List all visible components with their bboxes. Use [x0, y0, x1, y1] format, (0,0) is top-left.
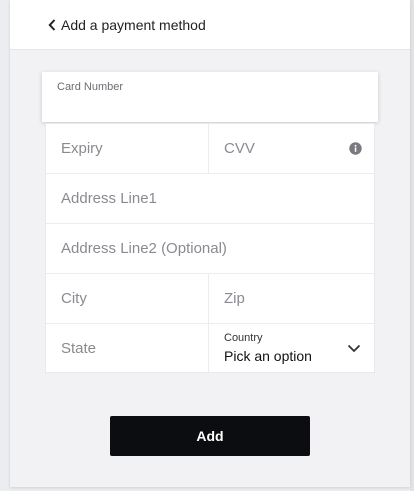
cvv-input[interactable] [224, 140, 334, 157]
card-number-field[interactable]: Card Number [42, 72, 378, 122]
card-number-input[interactable] [57, 96, 363, 112]
expiry-input[interactable] [61, 140, 208, 157]
zip-cell [209, 274, 374, 323]
address-form-grid: Country Pick an option [45, 123, 375, 373]
form-row [46, 124, 374, 174]
state-cell [46, 324, 209, 373]
add-button[interactable]: Add [110, 416, 310, 456]
card-number-label: Card Number [57, 81, 124, 93]
page-title: Add a payment method [61, 16, 206, 33]
back-link[interactable]: Add a payment method [10, 0, 410, 50]
country-select[interactable]: Country Pick an option [209, 324, 374, 373]
chevron-left-icon [48, 18, 56, 31]
form-row [46, 224, 374, 274]
address2-cell [46, 224, 374, 273]
country-label: Country [224, 332, 263, 344]
form-row: Country Pick an option [46, 324, 374, 374]
cvv-cell [209, 124, 374, 173]
form-row [46, 174, 374, 224]
form-row [46, 274, 374, 324]
expiry-cell [46, 124, 209, 173]
address-line1-input[interactable] [61, 190, 374, 207]
info-icon[interactable] [349, 142, 362, 155]
zip-input[interactable] [224, 290, 374, 307]
payment-panel: Add a payment method Card Number Expiry … [10, 0, 410, 487]
state-input[interactable] [61, 340, 208, 357]
page-edge [410, 0, 414, 491]
chevron-down-icon [347, 343, 361, 353]
address-line2-input[interactable] [61, 240, 374, 257]
country-value: Pick an option [224, 348, 312, 364]
city-input[interactable] [61, 290, 208, 307]
address1-cell [46, 174, 374, 223]
city-cell [46, 274, 209, 323]
